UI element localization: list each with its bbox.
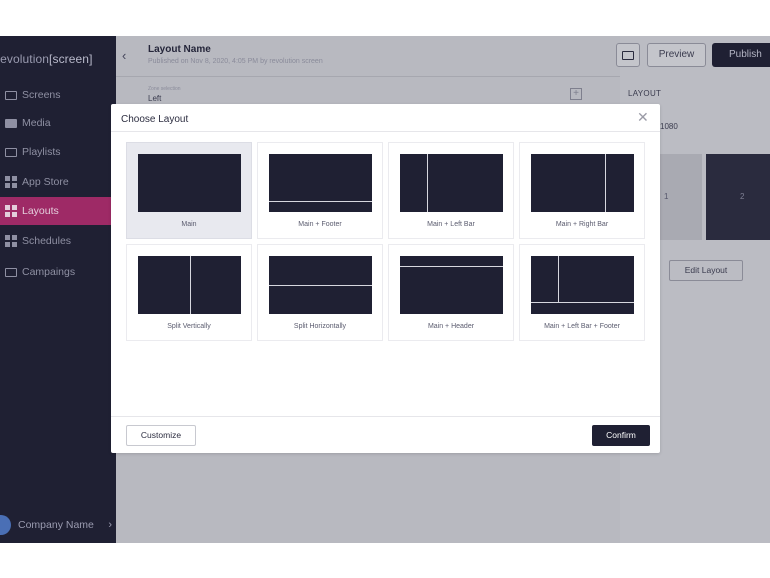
layout-thumbnail: [531, 154, 634, 212]
layout-thumbnail: [269, 154, 372, 212]
zone-select-value[interactable]: Left: [148, 94, 161, 103]
preview-button[interactable]: Preview: [647, 43, 706, 67]
layout-option-main-left-bar-footer[interactable]: Main + Left Bar + Footer: [519, 244, 645, 341]
resolution-value: 1080: [660, 122, 678, 131]
panel-heading: LAYOUT: [628, 89, 662, 98]
campaign-icon: [5, 267, 17, 277]
layout-thumbnail: [400, 154, 503, 212]
dialog-title: Choose Layout: [121, 114, 189, 125]
sidebar-item-schedules[interactable]: Schedules: [0, 227, 116, 255]
sidebar-item-campaings[interactable]: Campaings: [0, 258, 116, 286]
add-zone-icon[interactable]: +: [570, 88, 582, 100]
publish-info: Published on Nov 8, 2020, 4:05 PM by rev…: [148, 58, 323, 65]
confirm-button[interactable]: Confirm: [592, 425, 650, 446]
dialog-footer-divider: [111, 416, 660, 417]
sidebar-item-label: App Store: [22, 176, 69, 188]
edit-layout-button[interactable]: Edit Layout: [669, 260, 743, 281]
layout-option-label: Main: [181, 221, 197, 228]
layout-option-main[interactable]: Main: [126, 142, 252, 239]
layout-thumbnail: [269, 256, 372, 314]
sidebar-item-label: Playlists: [22, 146, 61, 158]
brand-logo: revolution[screen]: [0, 52, 93, 66]
layout-option-label: Main + Left Bar: [427, 221, 475, 228]
zone-number: 2: [740, 192, 745, 201]
layout-thumbnail: [138, 256, 241, 314]
layout-option-main-left-bar[interactable]: Main + Left Bar: [388, 142, 514, 239]
header-divider: [116, 76, 620, 77]
folder-icon: [5, 118, 17, 128]
sidebar-item-label: Schedules: [22, 235, 72, 247]
company-switcher[interactable]: Company Name ›: [0, 510, 116, 540]
layout-option-split-vertically[interactable]: Split Vertically: [126, 244, 252, 341]
layout-option-split-horizontally[interactable]: Split Horizontally: [257, 244, 383, 341]
layout-thumbnail: [138, 154, 241, 212]
layout-option-main-right-bar[interactable]: Main + Right Bar: [519, 142, 645, 239]
calendar-icon: [5, 235, 17, 247]
publish-button[interactable]: Publish: [712, 43, 770, 67]
sidebar-item-screens[interactable]: Screens: [0, 81, 116, 109]
company-name: Company Name: [18, 519, 94, 531]
layout-thumbnail: [531, 256, 634, 314]
avatar: [0, 515, 11, 535]
grid-icon: [5, 176, 17, 188]
playlist-icon: [5, 147, 17, 157]
chevron-right-icon: ›: [108, 519, 112, 531]
layout-option-main-footer[interactable]: Main + Footer: [257, 142, 383, 239]
zone-select-label: Zone selection: [148, 86, 181, 92]
zone-preview-2[interactable]: 2: [706, 154, 770, 240]
sidebar-item-media[interactable]: Media: [0, 109, 116, 137]
choose-layout-dialog: Choose Layout ✕ Main Main + Footer Main …: [111, 104, 660, 453]
layout-option-label: Split Horizontally: [293, 323, 347, 330]
layout-option-label: Main + Left Bar + Footer: [544, 323, 620, 330]
back-arrow-icon[interactable]: ‹: [122, 48, 126, 63]
page-title: Layout Name: [148, 44, 211, 55]
sidebar-item-playlists[interactable]: Playlists: [0, 138, 116, 166]
monitor-icon: [5, 90, 17, 100]
layout-option-main-header[interactable]: Main + Header: [388, 244, 514, 341]
layout-option-label: Main + Footer: [298, 221, 342, 228]
cast-icon: [622, 50, 634, 60]
layout-option-label: Split Vertically: [167, 323, 211, 330]
dialog-header-divider: [111, 131, 660, 132]
sidebar-item-label: Screens: [22, 89, 61, 101]
layout-thumbnail: [400, 256, 503, 314]
sidebar-item-label: Layouts: [22, 205, 59, 217]
close-icon[interactable]: ✕: [637, 109, 649, 126]
sidebar: revolution[screen] Screens Media Playlis…: [0, 36, 116, 543]
cast-button[interactable]: [616, 43, 640, 67]
layout-option-label: Main + Header: [427, 323, 475, 330]
sidebar-item-label: Media: [22, 117, 51, 129]
customize-button[interactable]: Customize: [126, 425, 196, 446]
layout-option-label: Main + Right Bar: [555, 221, 609, 228]
sidebar-item-layouts[interactable]: Layouts: [0, 197, 116, 225]
zone-number: 1: [664, 192, 669, 201]
sidebar-item-label: Campaings: [22, 266, 76, 278]
sidebar-item-app-store[interactable]: App Store: [0, 168, 116, 196]
layout-icon: [5, 205, 17, 217]
